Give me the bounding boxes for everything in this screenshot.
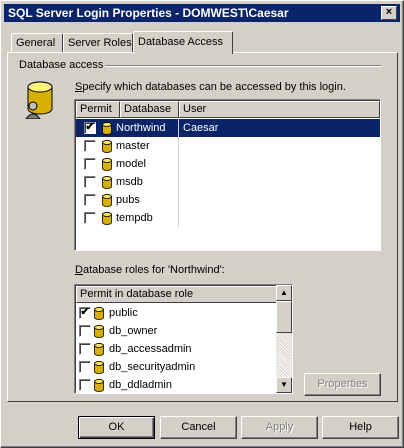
instruction-text: Specify which databases can be accessed …	[75, 81, 346, 93]
database-icon	[102, 158, 112, 171]
database-list-header: Permit Database User	[76, 101, 380, 118]
roles-list[interactable]: Permit in database role ✔ public db_owne…	[74, 284, 293, 394]
role-icon	[94, 361, 104, 374]
database-icon	[102, 176, 112, 189]
role-icon	[94, 307, 104, 320]
list-item[interactable]: db_ddladmin	[76, 376, 276, 394]
user-name	[179, 173, 380, 191]
table-row[interactable]: ✔ Northwind Caesar	[76, 119, 380, 137]
apply-button[interactable]: Apply	[241, 416, 318, 439]
role-icon	[94, 343, 104, 356]
title-bar[interactable]: SQL Server Login Properties - DOMWEST\Ca…	[4, 4, 400, 22]
list-item[interactable]: db_owner	[76, 322, 276, 340]
column-database[interactable]: Database	[120, 101, 179, 118]
group-label-database-access: Database access	[19, 59, 104, 71]
role-checkbox[interactable]	[79, 361, 91, 373]
table-row[interactable]: master	[76, 137, 380, 155]
login-properties-dialog: SQL Server Login Properties - DOMWEST\Ca…	[0, 0, 404, 448]
tab-server-roles[interactable]: Server Roles	[63, 33, 133, 53]
database-name: model	[116, 158, 146, 170]
role-checkbox[interactable]	[79, 343, 91, 355]
close-button[interactable]: ×	[381, 6, 397, 20]
list-item[interactable]: ✔ public	[76, 304, 276, 322]
tab-database-access[interactable]: Database Access	[133, 31, 233, 54]
database-icon	[102, 122, 112, 135]
role-checkbox[interactable]	[79, 325, 91, 337]
table-row[interactable]: msdb	[76, 173, 380, 191]
database-name: msdb	[116, 176, 143, 188]
table-row[interactable]: pubs	[76, 191, 380, 209]
column-user[interactable]: User	[179, 101, 380, 118]
database-name: Northwind	[116, 122, 166, 134]
role-name: db_owner	[109, 325, 158, 337]
roles-scrollbar[interactable]: ▲ ▼	[276, 285, 292, 393]
column-permit[interactable]: Permit	[76, 101, 120, 118]
ok-button[interactable]: OK	[78, 416, 155, 439]
group-divider	[105, 65, 381, 67]
permit-checkbox[interactable]	[84, 158, 96, 170]
permit-checkbox[interactable]	[84, 140, 96, 152]
role-icon	[94, 325, 104, 338]
database-name: master	[116, 140, 150, 152]
permit-checkbox[interactable]	[84, 194, 96, 206]
user-name	[179, 137, 380, 155]
user-name	[179, 155, 380, 173]
user-name	[179, 191, 380, 209]
scroll-thumb[interactable]	[276, 301, 292, 333]
role-name: db_accessadmin	[109, 343, 192, 355]
user-name	[179, 209, 380, 227]
role-name: public	[109, 307, 138, 319]
permit-checkbox[interactable]: ✔	[84, 122, 96, 134]
role-name: db_securityadmin	[109, 361, 196, 373]
role-checkbox[interactable]: ✔	[79, 307, 91, 319]
scroll-down-icon[interactable]: ▼	[276, 377, 292, 393]
permit-checkbox[interactable]	[84, 176, 96, 188]
database-user-icon	[25, 81, 53, 119]
database-list[interactable]: Permit Database User ✔ Northwind Caesar …	[74, 99, 381, 251]
table-row[interactable]: model	[76, 155, 380, 173]
list-item[interactable]: db_accessadmin	[76, 340, 276, 358]
user-name: Caesar	[183, 122, 219, 134]
scroll-up-icon[interactable]: ▲	[276, 285, 292, 301]
properties-button[interactable]: Properties	[304, 373, 381, 396]
list-item[interactable]: db_securityadmin	[76, 358, 276, 376]
help-button[interactable]: Help	[322, 416, 399, 439]
database-icon	[102, 140, 112, 153]
permit-checkbox[interactable]	[84, 212, 96, 224]
role-checkbox[interactable]	[79, 379, 91, 391]
role-icon	[94, 379, 104, 392]
roles-label: Database roles for 'Northwind':	[75, 264, 225, 276]
database-icon	[102, 212, 112, 225]
tab-general[interactable]: General	[11, 33, 63, 53]
table-row[interactable]: tempdb	[76, 209, 380, 227]
window-title: SQL Server Login Properties - DOMWEST\Ca…	[8, 6, 289, 20]
cancel-button[interactable]: Cancel	[160, 416, 237, 439]
database-icon	[102, 194, 112, 207]
database-name: tempdb	[116, 212, 153, 224]
column-permit-in-role[interactable]: Permit in database role	[76, 286, 277, 303]
role-name: db_ddladmin	[109, 379, 172, 391]
